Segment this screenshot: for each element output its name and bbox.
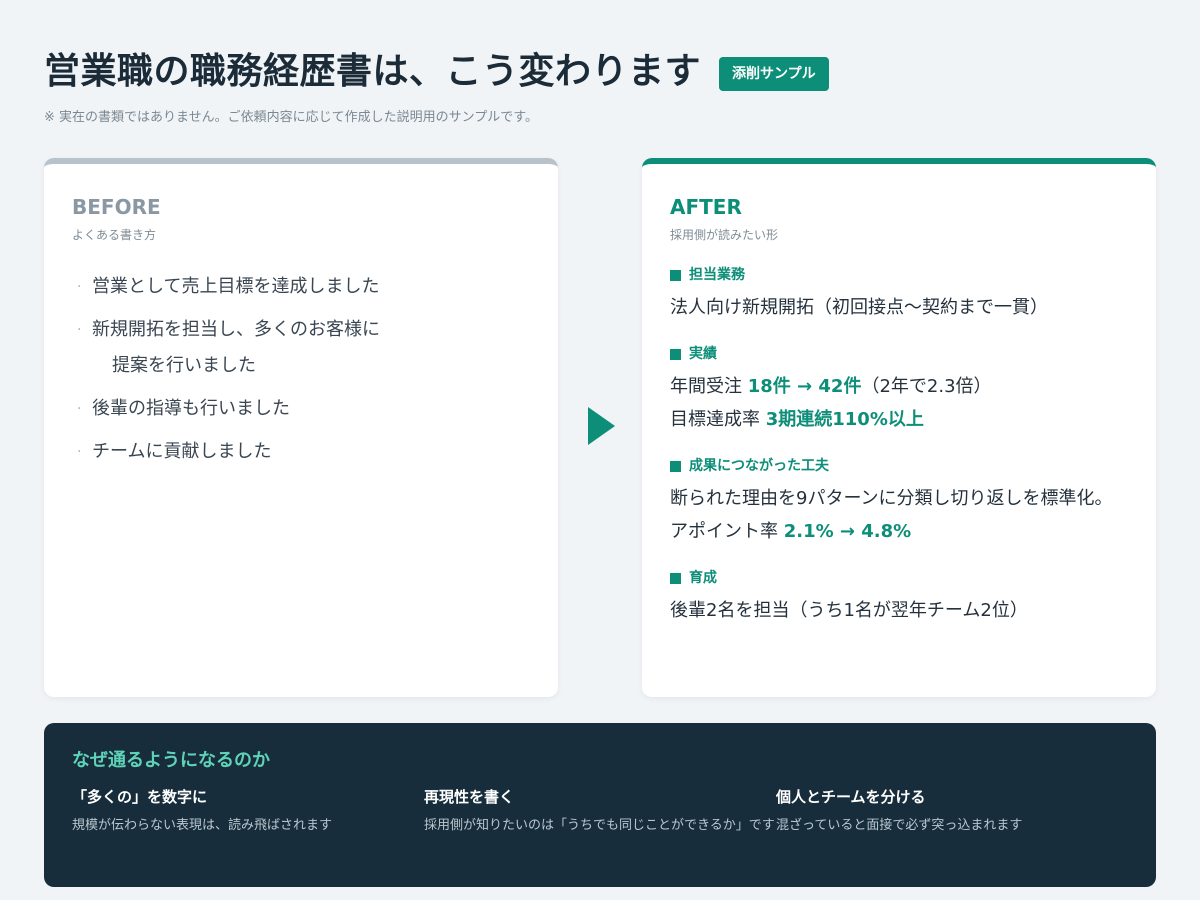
before-subtitle: よくある書き方 (72, 228, 157, 242)
list-item: · 後輩の指導も行いました (72, 391, 530, 427)
before-card: BEFORE よくある書き方 · 営業として売上目標を達成しました · 新規開拓… (44, 158, 558, 697)
square-icon (670, 460, 681, 472)
arrow-right-icon (588, 407, 615, 445)
reason-item: 個人とチームを分ける 混ざっていると面接で必ず突っ込まれます (776, 787, 1128, 837)
section-training: 育成 後輩2名を担当（うち1名が翌年チーム2位） (670, 568, 1128, 627)
reason-description: 規模が伝わらない表現は、読み飛ばされます (72, 818, 333, 833)
section-text: 年間受注 18件 → 42件（2年で2.3倍） 目標達成率 3期連続110%以上 (670, 370, 1128, 436)
after-card: AFTER 採用側が読みたい形 担当業務 法人向け新規開拓（初回接点〜契約まで一… (642, 158, 1156, 697)
bullet-icon: · (77, 401, 82, 417)
target-line: 目標達成率 3期連続110%以上 (670, 403, 1128, 436)
section-duty: 担当業務 法人向け新規開拓（初回接点〜契約まで一貫） (670, 265, 1128, 324)
list-item-text-continued: 提案を行いました (112, 355, 256, 376)
bullet-icon: · (77, 322, 82, 338)
section-heading-text: 育成 (689, 570, 717, 586)
section-text: 後輩2名を担当（うち1名が翌年チーム2位） (670, 600, 1028, 621)
ideas-text: 断られた理由を9パターンに分類し切り返しを標準化。 (670, 488, 1113, 509)
sample-badge: 添削サンプル (719, 57, 829, 91)
section-heading: 実績 (670, 344, 1128, 364)
section-heading: 成果につながった工夫 (670, 456, 1128, 476)
section-heading-text: 担当業務 (689, 267, 745, 283)
page-title: 営業職の職務経歴書は、こう変わります (44, 51, 702, 92)
reasons-panel: なぜ通るようになるのか 「多くの」を数字に 規模が伝わらない表現は、読み飛ばされ… (44, 723, 1156, 887)
orders-suffix: （2年で2.3倍） (861, 376, 992, 397)
before-list: · 営業として売上目標を達成しました · 新規開拓を担当し、多くのお客様に 提案… (72, 269, 530, 470)
section-heading: 育成 (670, 568, 1128, 588)
square-icon (670, 348, 681, 360)
after-label: AFTER (670, 195, 742, 219)
bullet-icon: · (77, 279, 82, 295)
orders-prefix: 年間受注 (670, 376, 748, 397)
orders-highlight: 18件 → 42件 (747, 376, 862, 397)
reason-title: 再現性を書く (424, 788, 515, 806)
rate-highlight: 2.1% → 4.8% (783, 521, 912, 542)
reason-title: 個人とチームを分ける (776, 788, 926, 806)
list-item-text: チームに貢献しました (92, 441, 272, 462)
list-item-text: 新規開拓を担当し、多くのお客様に (92, 319, 380, 340)
reasons-row: 「多くの」を数字に 規模が伝わらない表現は、読み飛ばされます 再現性を書く 採用… (72, 787, 1128, 837)
section-heading-text: 実績 (689, 346, 717, 362)
list-item: · 営業として売上目標を達成しました (72, 269, 530, 305)
reason-item: 再現性を書く 採用側が知りたいのは「うちでも同じことができるか」です (424, 787, 776, 837)
section-heading-text: 成果につながった工夫 (689, 458, 829, 474)
list-item-text: 後輩の指導も行いました (92, 398, 290, 419)
reason-title: 「多くの」を数字に (72, 788, 208, 806)
reason-description: 採用側が知りたいのは「うちでも同じことができるか」です (424, 818, 775, 833)
list-item-text: 営業として売上目標を達成しました (92, 276, 380, 297)
section-text: 断られた理由を9パターンに分類し切り返しを標準化。 アポイント率 2.1% → … (670, 482, 1128, 548)
target-highlight: 3期連続110%以上 (765, 409, 924, 430)
section-text: 法人向け新規開拓（初回接点〜契約まで一貫） (670, 297, 1048, 318)
rate-line: アポイント率 2.1% → 4.8% (670, 515, 1128, 548)
disclaimer-note: ※ 実在の書類ではありません。ご依頼内容に応じて作成した説明用のサンプルです。 (44, 110, 538, 125)
section-ideas: 成果につながった工夫 断られた理由を9パターンに分類し切り返しを標準化。 アポイ… (670, 456, 1128, 548)
section-heading: 担当業務 (670, 265, 1128, 285)
section-results: 実績 年間受注 18件 → 42件（2年で2.3倍） 目標達成率 3期連続110… (670, 344, 1128, 436)
orders-line: 年間受注 18件 → 42件（2年で2.3倍） (670, 370, 1128, 403)
bullet-icon: · (77, 444, 82, 460)
rate-prefix: アポイント率 (670, 521, 784, 542)
reason-description: 混ざっていると面接で必ず突っ込まれます (776, 818, 1023, 833)
page-header: 営業職の職務経歴書は、こう変わります 添削サンプル ※ 実在の書類ではありません… (44, 48, 829, 125)
before-label: BEFORE (72, 195, 161, 219)
target-prefix: 目標達成率 (670, 409, 766, 430)
after-subtitle: 採用側が読みたい形 (670, 228, 779, 242)
list-item: · 新規開拓を担当し、多くのお客様に 提案を行いました (72, 312, 530, 384)
square-icon (670, 572, 681, 584)
title-row: 営業職の職務経歴書は、こう変わります 添削サンプル (44, 48, 829, 96)
panel-title: なぜ通るようになるのか (72, 750, 270, 771)
square-icon (670, 269, 681, 281)
reason-item: 「多くの」を数字に 規模が伝わらない表現は、読み飛ばされます (72, 787, 424, 837)
list-item: · チームに貢献しました (72, 434, 530, 470)
